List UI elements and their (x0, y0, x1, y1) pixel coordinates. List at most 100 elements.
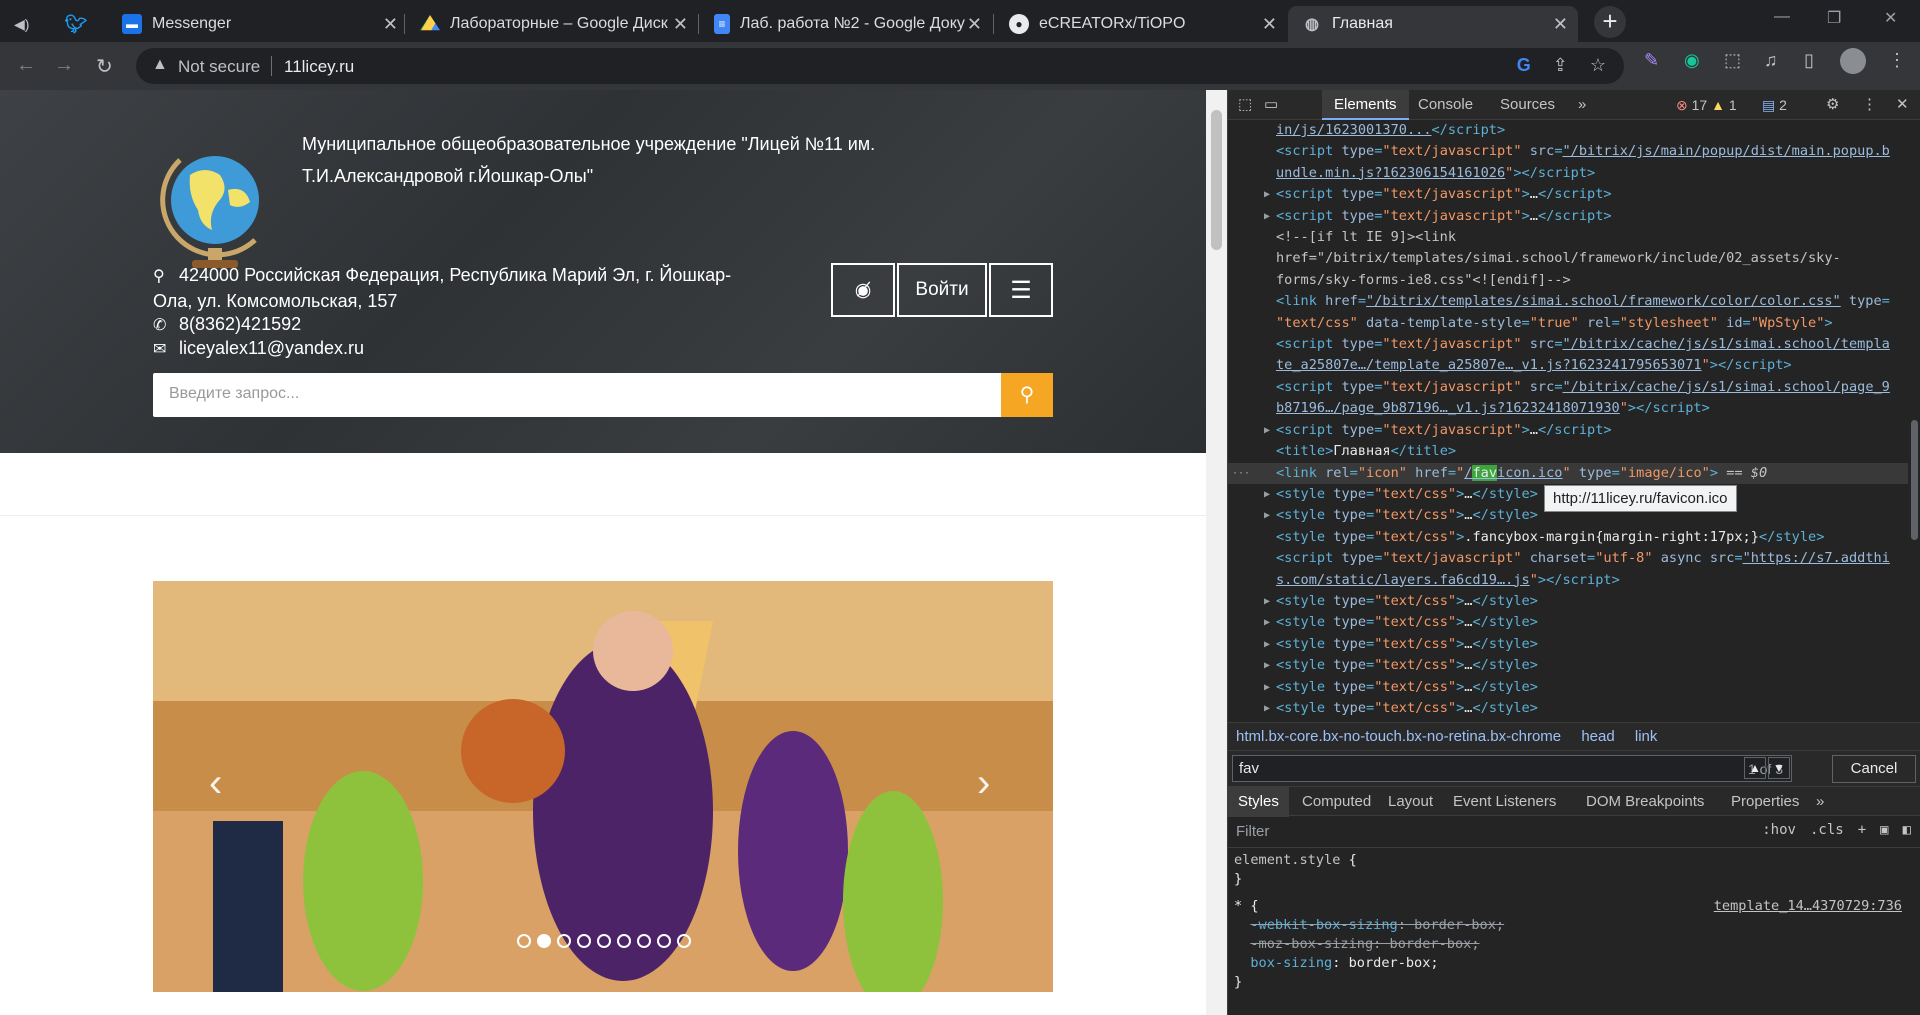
url-text[interactable]: 11licey.ru (284, 57, 354, 77)
site-search[interactable]: Введите запрос... ⚲ (153, 373, 1053, 417)
dom-node[interactable]: <script type="text/javascript" src="/bit… (1228, 141, 1908, 162)
tab-elements[interactable]: Elements (1322, 90, 1409, 120)
slider-dot[interactable] (677, 934, 691, 948)
dom-node[interactable]: undle.min.js?162306154161026"></script> (1228, 163, 1908, 184)
dom-node[interactable]: ▶ <style type="text/css">…</style> (1228, 655, 1908, 676)
dom-node[interactable]: <script type="text/javascript" src="/bit… (1228, 334, 1908, 355)
tab-styles[interactable]: Styles (1228, 787, 1289, 817)
slider-dot[interactable] (557, 934, 571, 948)
window-close-icon[interactable]: ✕ (1884, 8, 1897, 28)
dom-node[interactable]: ▶ <style type="text/css">…</style> (1228, 677, 1908, 698)
dom-node[interactable]: <title>Главная</title> (1228, 441, 1908, 462)
close-icon[interactable]: ✕ (383, 14, 398, 35)
slider-dot[interactable] (637, 934, 651, 948)
find-input[interactable]: fav 1 of 3 (1232, 755, 1792, 782)
dom-node[interactable]: b87196…/page_9b87196…_v1.js?162324180719… (1228, 398, 1908, 419)
address-bar[interactable]: ▲ Not secure 11licey.ru G ⇪ ☆ (136, 48, 1624, 84)
dom-node[interactable]: ▶ <style type="text/css">…</style> (1228, 591, 1908, 612)
minimize-icon[interactable]: — (1774, 8, 1790, 26)
dom-node[interactable]: <style type="text/css">.fancybox-margin{… (1228, 527, 1908, 548)
style-source-link[interactable]: template_14…4370729:736 (1714, 897, 1902, 916)
dom-scrollbar[interactable] (1908, 120, 1920, 722)
tab-layout[interactable]: Layout (1388, 787, 1433, 817)
dom-node[interactable]: <script type="text/javascript" src="/bit… (1228, 377, 1908, 398)
media-icon[interactable]: ♫ (1764, 50, 1778, 71)
dom-node[interactable]: ▶ <script type="text/javascript">…</scrip… (1228, 420, 1908, 441)
style-declaration[interactable]: -moz-box-sizing: border-box; (1228, 935, 1908, 954)
dom-node[interactable]: ▶ <style type="text/css">…</style> (1228, 634, 1908, 655)
style-rule[interactable]: element.style { (1228, 851, 1908, 870)
menu-button[interactable]: ☰ (989, 263, 1053, 317)
slider-dot[interactable] (617, 934, 631, 948)
breadcrumb-head[interactable]: head (1581, 728, 1614, 745)
dom-node[interactable]: ▶ <script type="text/javascript">…</scrip… (1228, 206, 1908, 227)
tab-muted[interactable]: ◀) (0, 6, 44, 42)
tab-google-docs[interactable]: ≡ Лаб. работа №2 - Google Доку ✕ (700, 6, 992, 42)
dom-node[interactable]: "text/css" data-template-style="true" re… (1228, 313, 1908, 334)
extensions-icon[interactable]: ⬚ (1724, 50, 1741, 71)
dom-node-selected[interactable]: ··· <link rel="icon" href="/favicon.ico" … (1228, 462, 1908, 484)
find-next-icon[interactable]: ▼ (1768, 757, 1790, 779)
tab-twitter[interactable]: 🐦︎ (52, 6, 102, 42)
slider-next-arrow[interactable]: › (977, 761, 990, 806)
more-tabs-button[interactable]: » (1816, 787, 1824, 817)
cancel-button[interactable]: Cancel (1832, 755, 1916, 783)
forward-icon[interactable]: → (54, 54, 74, 77)
back-icon[interactable]: ← (16, 54, 36, 77)
toggle-sidebar-icon[interactable]: ◧ (1903, 822, 1911, 838)
dom-node[interactable]: ▶ <style type="text/css">…</style> (1228, 698, 1908, 719)
add-rule-icon[interactable]: + (1858, 822, 1866, 838)
scrollbar-thumb[interactable] (1911, 420, 1918, 540)
inspect-icon[interactable]: ⬚ (1238, 90, 1252, 120)
google-icon[interactable]: G (1517, 55, 1531, 76)
kebab-menu-icon[interactable]: ⋮ (1862, 90, 1877, 120)
breadcrumb-html[interactable]: html.bx-core.bx-no-touch.bx-no-retina.bx… (1236, 728, 1561, 745)
error-badge[interactable]: ⊗ 17 ▲ 1 (1676, 90, 1737, 120)
accessibility-button[interactable]: ◉̸ (831, 263, 895, 317)
styles-pane[interactable]: element.style { } * {template_14…4370729… (1228, 848, 1908, 1015)
slider-dot[interactable] (577, 934, 591, 948)
dom-node[interactable]: s.com/static/layers.fa6cd19….js"></scrip… (1228, 570, 1908, 591)
dom-node[interactable]: in/js/1623001370...</script> (1228, 120, 1908, 141)
tab-glavnaya[interactable]: ◍ Главная ✕ (1288, 6, 1578, 42)
close-devtools-icon[interactable]: ✕ (1896, 90, 1909, 120)
slider-prev-arrow[interactable]: ‹ (209, 761, 222, 806)
dom-node[interactable]: <script type="text/javascript" charset="… (1228, 548, 1908, 569)
dom-node[interactable]: <link href="/bitrix/templates/simai.scho… (1228, 291, 1908, 312)
tab-dom-breakpoints[interactable]: DOM Breakpoints (1586, 787, 1704, 817)
maximize-icon[interactable]: ❐ (1827, 8, 1841, 28)
tab-messenger[interactable]: ▬ Messenger ✕ (108, 6, 408, 42)
tab-github[interactable]: ● eCREATORx/TiOPO ✕ (995, 6, 1287, 42)
tab-google-drive[interactable]: Лабораторные – Google Диск ✕ (406, 6, 698, 42)
messages-badge[interactable]: ▤ 2 (1762, 90, 1787, 120)
scrollbar-thumb[interactable] (1211, 110, 1222, 250)
dom-node[interactable]: <!--[if lt IE 9]><link (1228, 227, 1908, 248)
page-scrollbar[interactable] (1206, 90, 1227, 1015)
slider-dot[interactable] (597, 934, 611, 948)
style-declaration[interactable]: box-sizing: border-box; (1228, 954, 1908, 973)
hov-button[interactable]: :hov (1762, 822, 1796, 838)
filter-input[interactable]: Filter (1236, 823, 1269, 840)
bookmark-star-icon[interactable]: ☆ (1590, 55, 1606, 76)
tab-computed[interactable]: Computed (1302, 787, 1371, 817)
photo-slider[interactable]: ‹ › (153, 581, 1053, 992)
style-declaration[interactable]: -webkit-box-sizing: border-box; (1228, 916, 1908, 935)
pen-extension-icon[interactable]: ✎ (1644, 50, 1659, 71)
new-tab-button[interactable]: + (1594, 6, 1626, 38)
dom-node[interactable]: forms/sky-forms-ie8.css"<![endif]--> (1228, 270, 1908, 291)
dom-node[interactable]: ▶ <script type="text/javascript">…</scrip… (1228, 184, 1908, 205)
login-button[interactable]: Войти (897, 263, 987, 317)
style-rule[interactable]: * {template_14…4370729:736 (1228, 897, 1908, 916)
close-icon[interactable]: ✕ (967, 14, 982, 35)
slider-dot-active[interactable] (537, 934, 551, 948)
device-toolbar-icon[interactable]: ▭ (1264, 90, 1278, 120)
tab-properties[interactable]: Properties (1731, 787, 1799, 817)
tab-console[interactable]: Console (1418, 90, 1473, 120)
paint-icon[interactable]: ▣ (1880, 822, 1888, 838)
dom-node[interactable]: href="/bitrix/templates/simai.school/fra… (1228, 248, 1908, 269)
dom-node[interactable]: te_a25807e…/template_a25807e…_v1.js?1623… (1228, 355, 1908, 376)
security-label[interactable]: Not secure (178, 57, 260, 77)
side-panel-icon[interactable]: ▯ (1804, 50, 1814, 71)
tab-sources[interactable]: Sources (1500, 90, 1555, 120)
slider-dot[interactable] (657, 934, 671, 948)
